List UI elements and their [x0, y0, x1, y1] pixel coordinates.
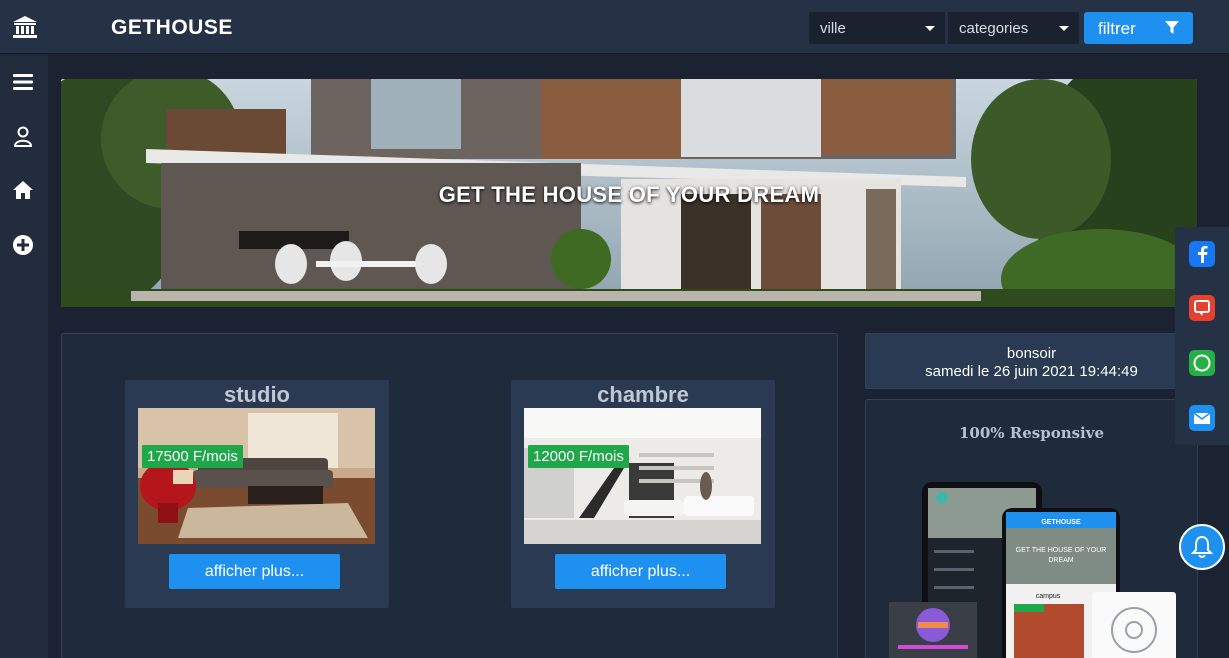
chat-icon[interactable]	[1189, 295, 1215, 321]
hero-tagline: GET THE HOUSE OF YOUR DREAM	[438, 182, 820, 207]
bank-building-icon[interactable]	[12, 14, 38, 40]
top-bar: GETHOUSE ville categories filtrer	[0, 0, 1229, 54]
listing-card[interactable]: studio 17500 F/mois afficher plus...	[125, 380, 389, 608]
filter-button-label: filtrer	[1098, 19, 1136, 38]
add-circle-icon[interactable]	[12, 234, 34, 256]
phone-card-title: campus	[1036, 593, 1061, 600]
home-icon[interactable]	[12, 179, 34, 201]
mail-icon[interactable]	[1189, 405, 1215, 431]
city-select-value: ville	[820, 20, 846, 37]
chevron-down-icon	[1059, 26, 1069, 31]
listing-card[interactable]: chambre 12000 F/mois afficher plus...	[511, 380, 775, 608]
current-datetime: samedi le 26 juin 2021 19:44:49	[925, 363, 1138, 380]
brand-title[interactable]: GETHOUSE	[111, 16, 233, 40]
chevron-down-icon	[925, 26, 935, 31]
notification-button[interactable]	[1179, 524, 1225, 570]
user-icon[interactable]	[12, 125, 34, 147]
category-select-value: categories	[959, 20, 1029, 37]
city-select[interactable]: ville	[809, 12, 945, 44]
phone-brand: GETHOUSE	[1041, 519, 1081, 526]
greeting-box: bonsoir samedi le 26 juin 2021 19:44:49	[865, 333, 1198, 389]
listing-title: chambre	[597, 382, 689, 407]
device-mockup-illustration: GETHOUSE GET THE HOUSE OF YOUR DREAM cam…	[889, 482, 1176, 658]
social-share-bar	[1175, 227, 1229, 445]
show-more-button[interactable]: afficher plus...	[555, 554, 726, 589]
whatsapp-icon[interactable]	[1189, 350, 1215, 376]
filter-button[interactable]: filtrer	[1084, 12, 1193, 44]
phone-tagline-line2: DREAM	[1048, 557, 1073, 564]
hero-banner: GET THE HOUSE OF YOUR DREAM	[61, 79, 1197, 307]
promo-title: 100% Responsive	[958, 424, 1105, 442]
funnel-icon	[1165, 21, 1179, 34]
menu-icon[interactable]	[12, 71, 34, 93]
bell-icon	[1191, 535, 1213, 558]
price-badge: 12000 F/mois	[528, 445, 629, 468]
price-badge: 17500 F/mois	[142, 445, 243, 468]
responsive-promo-panel: 100% Responsive GETHOUSE GET THE HOUSE O…	[865, 399, 1198, 658]
greeting-message: bonsoir	[1006, 345, 1057, 362]
listing-photo[interactable]: 12000 F/mois	[524, 408, 761, 544]
listing-photo[interactable]: 17500 F/mois	[138, 408, 375, 544]
phone-tagline-line1: GET THE HOUSE OF YOUR	[1016, 547, 1107, 554]
listing-title: studio	[224, 382, 290, 407]
sidebar	[0, 55, 48, 658]
facebook-icon[interactable]	[1189, 241, 1215, 267]
show-more-button[interactable]: afficher plus...	[169, 554, 340, 589]
category-select[interactable]: categories	[948, 12, 1079, 44]
